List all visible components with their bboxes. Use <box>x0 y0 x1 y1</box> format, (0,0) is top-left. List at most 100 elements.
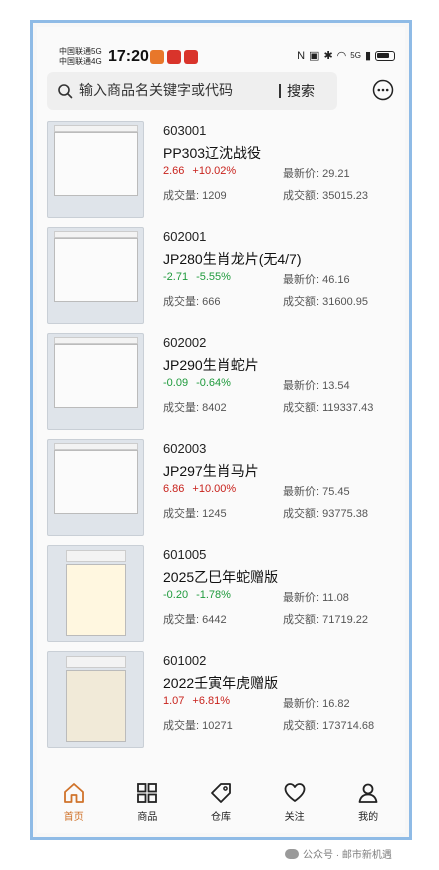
last-price: 最新价: 11.08 <box>283 589 349 605</box>
last-price: 最新价: 13.54 <box>283 377 350 393</box>
search-button[interactable]: 搜索 <box>287 81 315 101</box>
stamp-sheet-image <box>66 564 126 636</box>
app-notification-icon <box>184 50 198 64</box>
carrier-1: 中国联通5G <box>59 47 102 56</box>
nav-follow-label: 关注 <box>284 812 305 823</box>
volume-label: 成交量: <box>163 402 200 414</box>
nav-home-label: 首页 <box>63 812 84 823</box>
last-price: 最新价: 29.21 <box>283 165 350 181</box>
tag-icon <box>211 783 231 803</box>
list-item[interactable]: 603001 PP303辽沈战役 2.66 +10.02% 最新价: 29.21 … <box>37 119 405 224</box>
last-price-label: 最新价: <box>283 592 320 604</box>
screenshot-frame: 中国联通5G 中国联通4G 17:20 N ▣ ✱ ◠ 5G ▮ 输入商品名关键… <box>30 20 412 840</box>
product-thumbnail <box>47 121 144 218</box>
product-name: JP297生肖马片 <box>163 463 259 479</box>
volume: 成交量: 1209 <box>163 187 227 203</box>
volume: 成交量: 666 <box>163 293 220 309</box>
volume: 成交量: 6442 <box>163 611 227 627</box>
nfc-icon: N <box>297 49 306 62</box>
nav-mine[interactable]: 我的 <box>331 773 405 833</box>
slab-label <box>54 443 138 450</box>
product-code: 602001 <box>163 229 207 244</box>
amount-label: 成交额: <box>283 296 320 308</box>
slab-label <box>66 550 126 562</box>
system-icons: N ▣ ✱ ◠ 5G ▮ <box>297 49 395 62</box>
last-price-value: 16.82 <box>322 698 350 710</box>
amount-label: 成交额: <box>283 720 320 732</box>
nav-follow[interactable]: 关注 <box>258 773 332 833</box>
amount: 成交额: 119337.43 <box>283 399 373 415</box>
last-price-label: 最新价: <box>283 486 320 498</box>
last-price: 最新价: 16.82 <box>283 695 350 711</box>
carrier-2: 中国联通4G <box>59 57 102 66</box>
product-name: JP280生肖龙片(无4/7) <box>163 251 302 267</box>
product-thumbnail <box>47 227 144 324</box>
last-price-value: 29.21 <box>322 168 350 180</box>
search-box[interactable]: 搜索 <box>47 72 337 110</box>
app-notification-icon <box>150 50 164 64</box>
amount: 成交额: 93775.38 <box>283 505 368 521</box>
signal-bars-icon: ▮ <box>364 50 371 62</box>
change-percent: +6.81% <box>192 695 231 707</box>
product-name: JP290生肖蛇片 <box>163 357 259 373</box>
list-item[interactable]: 601002 2022壬寅年虎赠版 1.07 +6.81% 最新价: 16.82 … <box>37 649 405 754</box>
amount: 成交额: 35015.23 <box>283 187 368 203</box>
search-icon <box>58 84 73 99</box>
amount: 成交额: 173714.68 <box>283 717 374 733</box>
postcard-image <box>54 238 138 302</box>
change-value: 1.07 <box>163 695 185 707</box>
change-percent: -5.55% <box>196 271 231 283</box>
list-item[interactable]: 602001 JP280生肖龙片(无4/7) -2.71 -5.55% 最新价: … <box>37 225 405 330</box>
list-item[interactable]: 601005 2025乙巳年蛇赠版 -0.20 -1.78% 最新价: 11.08… <box>37 543 405 648</box>
amount-value: 35015.23 <box>322 190 369 202</box>
volume-label: 成交量: <box>163 296 200 308</box>
last-price-label: 最新价: <box>283 380 320 392</box>
nav-mine-label: 我的 <box>358 812 379 823</box>
last-price: 最新价: 46.16 <box>283 271 350 287</box>
product-name: 2022壬寅年虎赠版 <box>163 675 279 691</box>
bottom-navigation: 首页 商品 仓库 关注 我的 <box>37 773 405 833</box>
amount-label: 成交额: <box>283 508 320 520</box>
price-change: -0.20 -1.78% <box>163 589 231 601</box>
list-item[interactable]: 602002 JP290生肖蛇片 -0.09 -0.64% 最新价: 13.54 … <box>37 331 405 436</box>
volume: 成交量: 1245 <box>163 505 227 521</box>
status-time: 17:20 <box>108 48 149 65</box>
last-price-label: 最新价: <box>283 168 320 180</box>
app-notification-icon <box>167 50 181 64</box>
change-percent: +10.02% <box>192 165 237 177</box>
status-bar: 中国联通5G 中国联通4G 17:20 N ▣ ✱ ◠ 5G ▮ <box>37 27 405 67</box>
last-price-value: 13.54 <box>322 380 350 392</box>
search-input[interactable] <box>79 82 264 98</box>
amount-label: 成交额: <box>283 190 320 202</box>
price-change: 2.66 +10.02% <box>163 165 236 177</box>
amount: 成交额: 71719.22 <box>283 611 368 627</box>
phone-screen: 中国联通5G 中国联通4G 17:20 N ▣ ✱ ◠ 5G ▮ 输入商品名关键… <box>37 27 405 833</box>
slab-label <box>54 337 138 344</box>
nav-products-label: 商品 <box>137 812 158 823</box>
product-thumbnail <box>47 333 144 430</box>
watermark-text: 公众号 · 邮市新机遇 <box>303 850 392 861</box>
postcard-image <box>54 450 138 514</box>
volume: 成交量: 10271 <box>163 717 233 733</box>
postcard-image <box>54 132 138 196</box>
nav-home[interactable]: 首页 <box>37 773 111 833</box>
wechat-icon <box>285 848 299 859</box>
change-value: -2.71 <box>163 271 189 283</box>
product-name: PP303辽沈战役 <box>163 145 262 161</box>
change-percent: -1.78% <box>196 589 231 601</box>
product-code: 603001 <box>163 123 207 138</box>
search-divider <box>279 84 281 98</box>
nav-warehouse-label: 仓库 <box>210 812 231 823</box>
stamp-sheet-image <box>66 670 126 742</box>
product-code: 602002 <box>163 335 207 350</box>
volume-value: 6442 <box>202 614 227 626</box>
battery-icon <box>375 50 395 61</box>
more-options-icon[interactable] <box>372 79 394 101</box>
nav-warehouse[interactable]: 仓库 <box>184 773 258 833</box>
list-item[interactable]: 602003 JP297生肖马片 6.86 +10.00% 最新价: 75.45 … <box>37 437 405 542</box>
nav-products[interactable]: 商品 <box>111 773 185 833</box>
volume: 成交量: 8402 <box>163 399 227 415</box>
notification-icons <box>150 50 198 64</box>
amount-value: 119337.43 <box>322 402 374 414</box>
slab-label <box>54 125 138 132</box>
